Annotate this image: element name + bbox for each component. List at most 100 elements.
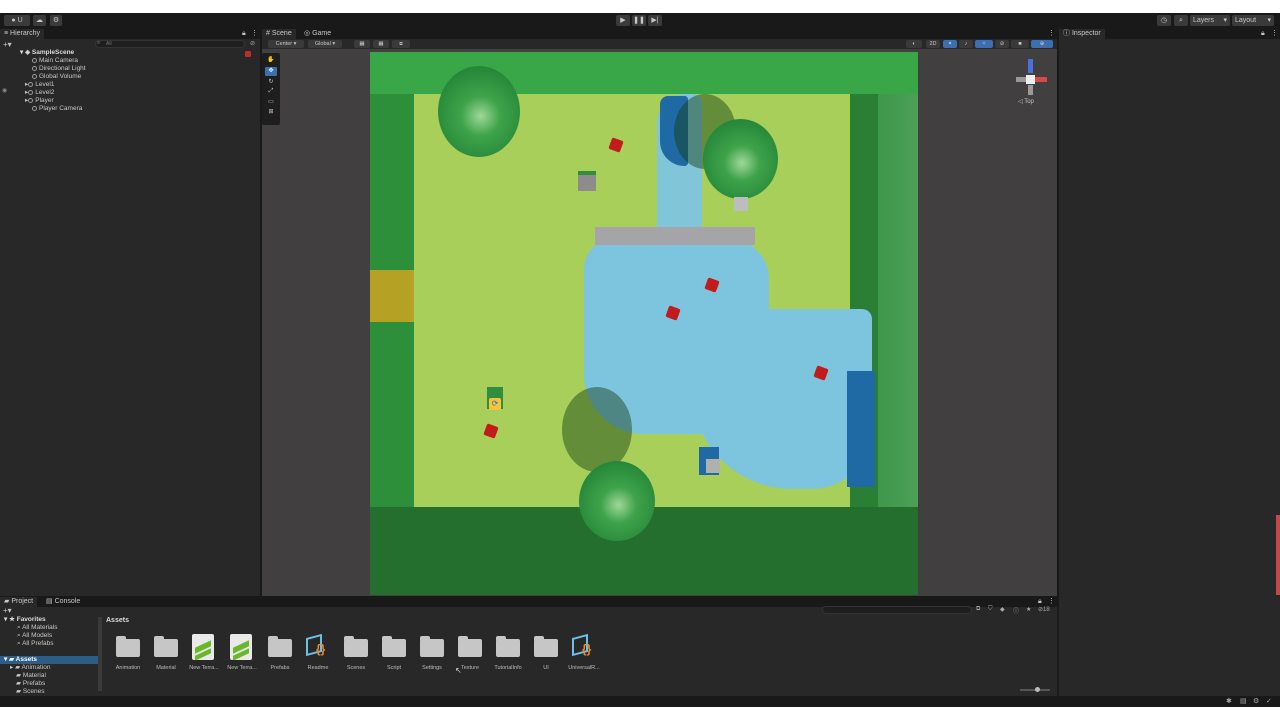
audio-toggle[interactable]: ♪ — [959, 40, 973, 48]
camera-settings-button[interactable]: ■ — [1011, 40, 1029, 48]
favorite-item[interactable]: ⌕ All Materials — [17, 624, 58, 632]
layout-dropdown[interactable]: Layout ▾ — [1232, 15, 1274, 26]
account-button[interactable]: ● U — [4, 15, 30, 26]
favorite-item[interactable]: ⌕ All Prefabs — [17, 640, 54, 648]
scale-tool-icon[interactable]: ⤢ — [265, 88, 277, 96]
tree-item[interactable]: ▸ Player — [25, 97, 54, 105]
scene-viewport[interactable]: ✋ ✥ ↻ ⤢ ▭ ⊞ ⟳ ◁ Top — [262, 49, 1057, 596]
create-button[interactable]: +▾ — [3, 40, 12, 49]
orientation-gizmo[interactable] — [1014, 59, 1048, 95]
tree-shadow — [562, 387, 632, 472]
tab-scene[interactable]: # Scene — [262, 29, 296, 39]
asset-item[interactable]: Scenes — [342, 632, 370, 676]
asset-item[interactable]: {} Readme — [304, 632, 332, 676]
favorite-item[interactable]: ⌕ All Models — [17, 632, 52, 640]
asset-item[interactable]: Material — [152, 632, 180, 676]
tab-game[interactable]: ◎ Game — [300, 29, 335, 39]
collab-button[interactable]: ⚙ — [50, 15, 62, 26]
play-button[interactable]: ▶ — [616, 15, 630, 26]
info-icon[interactable]: ⓘ — [1013, 606, 1019, 615]
asset-item[interactable]: Animation — [114, 632, 142, 676]
asset-item[interactable]: Settings — [418, 632, 446, 676]
rect-tool-icon[interactable]: ▭ — [265, 98, 277, 106]
mode-2d-button[interactable]: 2D — [926, 40, 940, 48]
tree-item[interactable]: Directional Light — [32, 65, 86, 73]
account-icon: ● — [11, 17, 16, 24]
hierarchy-search-input[interactable] — [95, 40, 245, 48]
favorite-star-icon[interactable]: ★ — [1026, 606, 1031, 613]
lighting-toggle[interactable]: ✦ — [943, 40, 957, 48]
tree-folder[interactable]: ▸ ▰ Animation — [10, 664, 50, 672]
asset-item[interactable]: Prefabs — [266, 632, 294, 676]
pause-button[interactable]: ❚❚ — [632, 15, 646, 26]
tree-item[interactable]: Global Volume — [32, 73, 81, 81]
hidden-packages-toggle[interactable]: ⊘18 — [1038, 606, 1050, 613]
rotate-tool-icon[interactable]: ↻ — [265, 78, 277, 86]
tree-folder[interactable]: ▰ Prefabs — [16, 680, 45, 688]
pivot-dropdown[interactable]: Center ▾ — [268, 40, 304, 48]
step-button[interactable]: ▶| — [648, 15, 662, 26]
eye-slash-icon: ⊘ — [999, 41, 1005, 47]
cloud-button[interactable]: ☁ — [33, 15, 46, 26]
more-options-icon[interactable]: ⋮ — [251, 29, 258, 39]
asset-item[interactable]: New Terra... — [227, 632, 257, 676]
scene-root-row[interactable]: ▾ ◈ SampleScene — [20, 49, 74, 57]
project-search-input[interactable] — [822, 606, 972, 614]
tree-item[interactable]: ▸ Level1 — [25, 81, 54, 89]
cache-icon[interactable]: ▤ — [1240, 697, 1247, 705]
lock-icon[interactable]: 🔒︎ — [1261, 29, 1265, 39]
tab-console[interactable]: ▤ Console — [42, 597, 84, 607]
hand-tool-icon[interactable]: ✋ — [265, 56, 277, 64]
layers-dropdown[interactable]: Layers ▾ — [1190, 15, 1230, 26]
tree-scrollbar[interactable] — [98, 617, 102, 691]
create-asset-button[interactable]: +▾ — [3, 606, 12, 615]
increment-snap-button[interactable]: ⧈ — [392, 40, 410, 48]
check-icon[interactable]: ✓ — [1266, 697, 1272, 705]
settings-icon[interactable]: ⚙ — [1253, 697, 1259, 705]
bug-icon[interactable]: ✱ — [1226, 697, 1232, 705]
gizmos-dropdown[interactable]: ⊕ — [1031, 40, 1053, 48]
space-dropdown[interactable]: Global ▾ — [308, 40, 342, 48]
tree-item[interactable]: ▸ Level2 — [25, 89, 54, 97]
transform-tool-icon[interactable]: ⊞ — [265, 108, 277, 116]
hidden-objects-toggle[interactable]: ⊘ — [995, 40, 1009, 48]
gizmo-y-axis — [1028, 59, 1033, 73]
grid-button[interactable]: ▦ — [373, 40, 389, 48]
tree-folder[interactable]: ▰ Material — [16, 672, 46, 680]
move-tool-icon[interactable]: ✥ — [265, 67, 277, 76]
tree-item[interactable]: Main Camera — [32, 57, 78, 65]
tree-folder[interactable]: ▰ Scenes — [16, 688, 45, 696]
visibility-eye-icon[interactable]: ◉ — [2, 87, 7, 94]
asset-item[interactable]: UI — [532, 632, 560, 676]
search-button[interactable]: ⌕ — [1174, 15, 1188, 26]
lock-icon[interactable]: 🔒︎ — [242, 29, 246, 39]
zoom-slider[interactable] — [1020, 687, 1050, 692]
effects-toggle[interactable]: ✧ — [975, 40, 993, 48]
assets-root-row[interactable]: ▾ ▰ Assets — [0, 656, 100, 664]
tab-inspector[interactable]: ⓘ Inspector — [1059, 29, 1105, 39]
favorites-header[interactable]: ▾ ★ Favorites — [4, 616, 46, 624]
expand-arrow-icon[interactable]: ▾ — [4, 616, 7, 623]
asset-item[interactable]: Script — [380, 632, 408, 676]
expand-arrow-icon[interactable]: ▾ — [4, 656, 7, 663]
expand-arrow-icon[interactable]: ▸ — [10, 664, 13, 671]
tab-hierarchy[interactable]: ≡ Hierarchy — [0, 29, 44, 39]
zoom-slider-thumb[interactable] — [1035, 687, 1040, 692]
breadcrumb[interactable]: Assets — [106, 617, 129, 624]
tree-item[interactable]: Player Camera — [32, 105, 82, 113]
search-by-type-icon[interactable]: ⧉ — [976, 606, 980, 613]
snap-button[interactable]: ▦ — [354, 40, 370, 48]
asset-item[interactable]: {} UniversalR... — [568, 632, 600, 676]
search-by-label-icon[interactable]: ⛉ — [988, 606, 993, 613]
filter-icon[interactable]: ⊘ — [250, 40, 255, 47]
shading-button[interactable]: ◐ — [906, 40, 922, 48]
more-options-icon[interactable]: ⋮ — [1048, 29, 1055, 39]
breadcrumb-label: Assets — [106, 617, 129, 624]
more-options-icon[interactable]: ⋮ — [1271, 29, 1278, 39]
expand-arrow-icon[interactable]: ▾ — [20, 49, 23, 56]
asset-label: Scenes — [346, 665, 366, 671]
asset-item[interactable]: TutorialInfo — [494, 632, 522, 676]
history-button[interactable]: ◷ — [1157, 15, 1171, 26]
asset-item[interactable]: New Terra... — [189, 632, 219, 676]
tag-icon[interactable]: ◆ — [1000, 606, 1005, 613]
